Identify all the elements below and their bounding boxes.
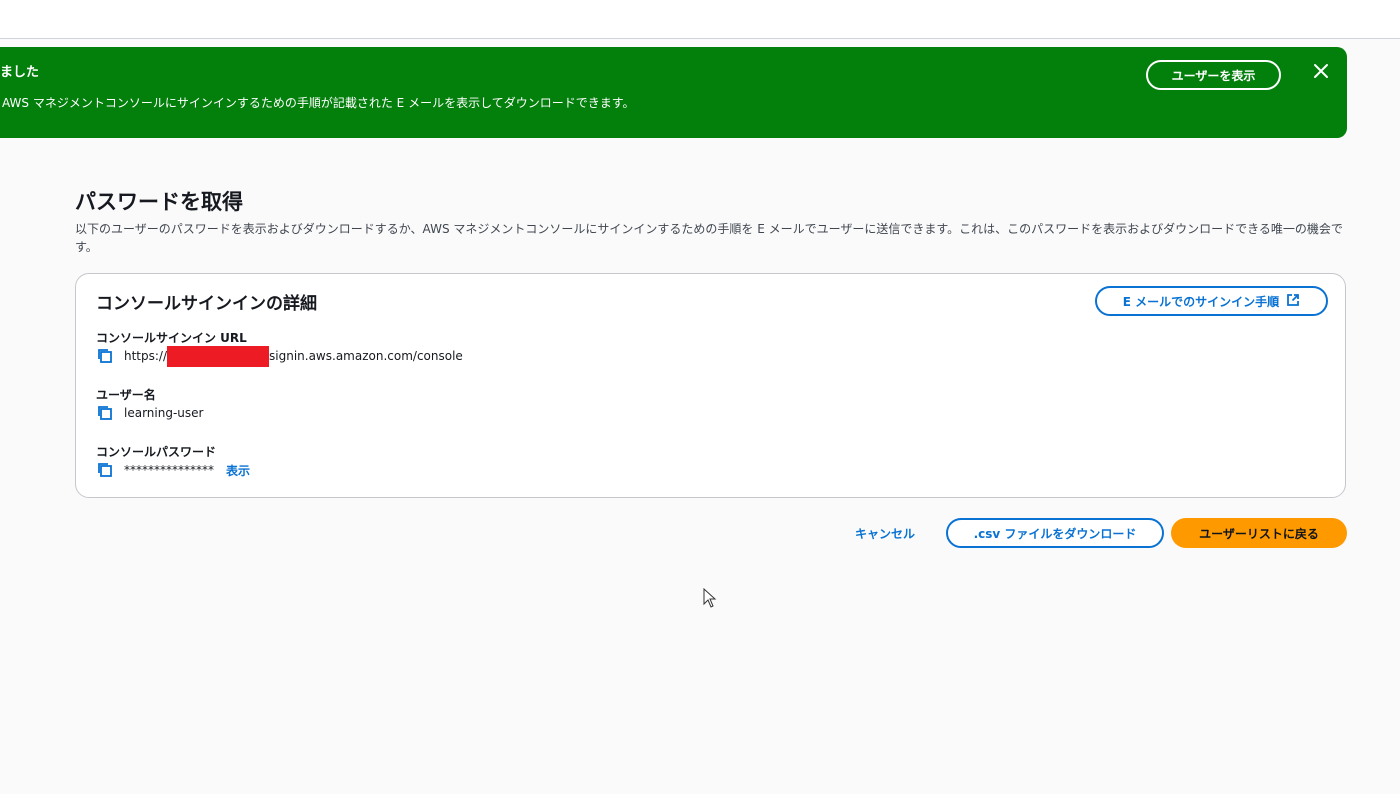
username-row: learning-user bbox=[96, 404, 203, 422]
console-url-suffix: signin.aws.amazon.com/console bbox=[269, 349, 463, 363]
card-title: コンソールサインインの詳細 bbox=[96, 294, 317, 314]
copy-username-icon[interactable] bbox=[96, 404, 116, 422]
username-value: learning-user bbox=[124, 406, 204, 420]
success-flash-banner: ました AWS マネジメントコンソールにサインインするための手順が記載された E… bbox=[0, 47, 1347, 138]
redacted-account-id bbox=[167, 345, 270, 367]
top-navigation-bar bbox=[0, 0, 1400, 39]
copy-password-icon[interactable] bbox=[96, 461, 116, 479]
flash-title: ました bbox=[0, 65, 40, 80]
external-link-icon bbox=[1286, 293, 1300, 310]
console-url-label: コンソールサインイン URL bbox=[96, 331, 247, 345]
flash-message: AWS マネジメントコンソールにサインインするための手順が記載された E メール… bbox=[2, 96, 635, 110]
password-label: コンソールパスワード bbox=[96, 445, 217, 459]
page-description: 以下のユーザーのパスワードを表示およびダウンロードするか、AWS マネジメントコ… bbox=[75, 222, 1343, 254]
copy-url-icon[interactable] bbox=[96, 347, 116, 365]
close-icon[interactable] bbox=[1311, 61, 1331, 81]
email-button-label: E メールでのサインイン手順 bbox=[1122, 294, 1280, 309]
console-signin-details-card: コンソールサインインの詳細 E メールでのサインイン手順 コンソールサインイン … bbox=[75, 273, 1346, 498]
download-csv-button[interactable]: .csv ファイルをダウンロード bbox=[946, 518, 1164, 548]
username-label: ユーザー名 bbox=[96, 388, 156, 402]
mouse-cursor-icon bbox=[703, 587, 717, 614]
page-title: パスワードを取得 bbox=[75, 190, 243, 214]
console-url-prefix: https:// bbox=[124, 349, 168, 363]
show-password-link[interactable]: 表示 bbox=[226, 462, 250, 479]
console-url-row: https:// signin.aws.amazon.com/console bbox=[96, 345, 463, 367]
view-user-button[interactable]: ユーザーを表示 bbox=[1146, 60, 1281, 90]
cancel-button[interactable]: キャンセル bbox=[838, 518, 932, 548]
password-row: *************** 表示 bbox=[96, 461, 250, 479]
email-signin-instructions-button[interactable]: E メールでのサインイン手順 bbox=[1095, 286, 1328, 316]
password-value: *************** bbox=[124, 463, 214, 477]
return-to-user-list-button[interactable]: ユーザーリストに戻る bbox=[1171, 518, 1347, 548]
